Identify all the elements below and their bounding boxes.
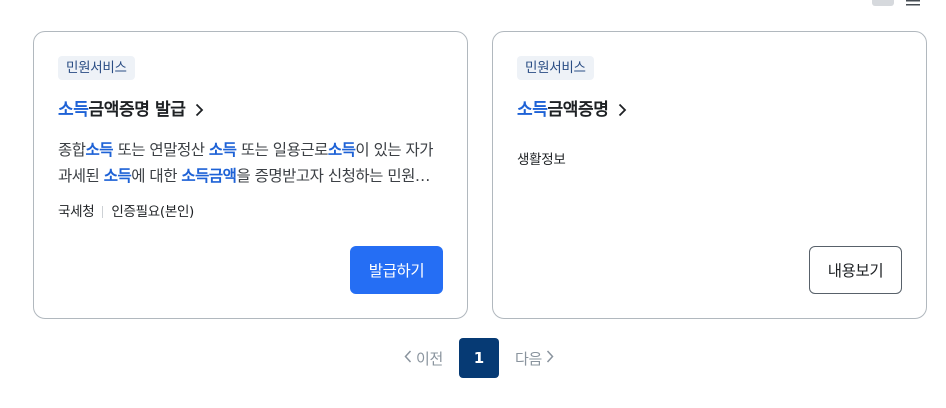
card-category: 생활정보 bbox=[517, 152, 566, 168]
card-description: 종합소득 또는 연말정산 소득 또는 일용근로소득이 있는 자가 과세된 소득에… bbox=[58, 137, 438, 189]
pagination: 이전 1 다음 bbox=[0, 338, 946, 378]
result-card-income-certificate-issue: 민원서비스 소득금액증명 발급 종합소득 또는 연말정산 소득 또는 일용근로소… bbox=[33, 31, 468, 319]
card-title-link[interactable]: 소득금액증명 발급 bbox=[58, 98, 207, 122]
meta-divider bbox=[102, 206, 104, 218]
card-title-link[interactable]: 소득금액증명 bbox=[517, 98, 630, 122]
grid-view-icon[interactable] bbox=[872, 0, 894, 6]
description-highlight: 소득 bbox=[85, 141, 114, 159]
title-rest: 금액증명 bbox=[547, 100, 609, 120]
chevron-left-icon bbox=[404, 349, 412, 367]
view-toggle bbox=[872, 0, 920, 6]
prev-label: 이전 bbox=[415, 349, 443, 368]
card-title-text: 소득금액증명 발급 bbox=[58, 98, 186, 122]
title-rest: 금액증명 발급 bbox=[88, 100, 186, 120]
page-number-current[interactable]: 1 bbox=[459, 338, 499, 378]
chevron-right-icon bbox=[614, 98, 630, 122]
description-text: 종합 bbox=[58, 141, 86, 159]
description-highlight: 소득 bbox=[103, 167, 132, 185]
list-view-icon[interactable] bbox=[906, 0, 920, 6]
description-highlight: 소득 bbox=[327, 141, 356, 159]
next-page-link[interactable]: 다음 bbox=[515, 338, 554, 378]
category-badge: 민원서비스 bbox=[517, 56, 594, 80]
description-highlight: 소득금액 bbox=[181, 167, 237, 185]
chevron-right-icon bbox=[546, 349, 554, 367]
next-label: 다음 bbox=[515, 349, 543, 368]
view-details-button[interactable]: 내용보기 bbox=[809, 246, 902, 294]
title-highlight: 소득 bbox=[58, 100, 89, 120]
description-text: 또는 일용근로 bbox=[236, 141, 329, 159]
category-badge: 민원서비스 bbox=[58, 56, 135, 80]
result-card-income-certificate: 민원서비스 소득금액증명 생활정보 내용보기 bbox=[492, 31, 927, 319]
card-meta: 국세청 인증필요(본인) bbox=[58, 202, 194, 222]
title-highlight: 소득 bbox=[517, 100, 548, 120]
description-text: 또는 연말정산 bbox=[113, 141, 209, 159]
issue-button[interactable]: 발급하기 bbox=[350, 246, 443, 294]
card-title-text: 소득금액증명 bbox=[517, 98, 609, 122]
chevron-right-icon bbox=[191, 98, 207, 122]
description-text: 에 대한 bbox=[131, 167, 182, 185]
meta-auth: 인증필요(본인) bbox=[111, 204, 195, 220]
description-highlight: 소득 bbox=[208, 141, 237, 159]
meta-agency: 국세청 bbox=[58, 204, 95, 220]
prev-page-link[interactable]: 이전 bbox=[404, 338, 443, 378]
